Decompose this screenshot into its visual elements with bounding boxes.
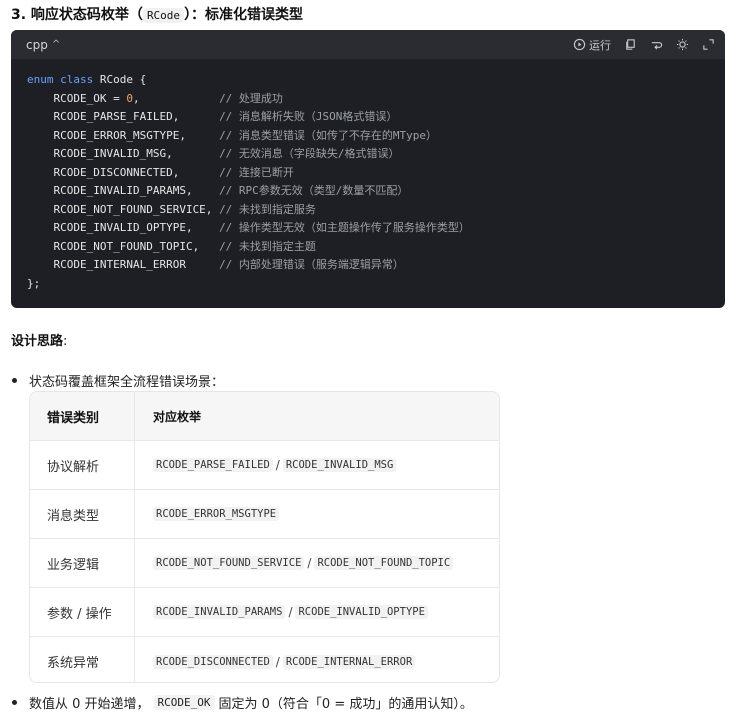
code-line: RCODE_INVALID_MSG, // 无效消息（字段缺失/格式错误）	[27, 147, 400, 160]
table-row: 参数 / 操作 RCODE_INVALID_PARAMS / RCODE_INVAL…	[30, 588, 499, 637]
category-cell: 业务逻辑	[30, 539, 135, 587]
wrap-icon[interactable]	[649, 38, 663, 52]
column-header: 对应枚举	[153, 409, 202, 424]
play-icon	[572, 38, 586, 52]
enum-cell: RCODE_INVALID_PARAMS / RCODE_INVALID_OPTYP…	[135, 588, 499, 636]
heading-code: RCode	[142, 8, 185, 23]
error-table: 错误类别 对应枚举 协议解析 RCODE_PARSE_FAILED / RCODE_…	[29, 391, 500, 683]
table-row: 消息类型 RCODE_ERROR_MSGTYPE	[30, 490, 499, 539]
category-cell: 消息类型	[30, 490, 135, 538]
code-line: RCODE_NOT_FOUND_SERVICE, // 未找到指定服务	[27, 202, 316, 216]
table-header-row: 错误类别 对应枚举	[30, 392, 499, 441]
design-heading: 设计思路:	[11, 334, 68, 349]
code-line: RCODE_INVALID_PARAMS, // RPC参数无效（类型/数量不匹…	[27, 184, 409, 197]
code-line: RCODE_ERROR_MSGTYPE, // 消息类型错误（如传了不存在的MT…	[27, 128, 438, 142]
bullet-dot	[12, 378, 17, 383]
list-item: 状态码覆盖框架全流程错误场景：	[12, 371, 224, 390]
enum-cell: RCODE_PARSE_FAILED / RCODE_INVALID_MSG	[135, 441, 499, 489]
language-toggle[interactable]: cpp ^	[26, 38, 60, 52]
chevron-up-icon: ^	[51, 39, 61, 50]
code-line: RCODE_NOT_FOUND_TOPIC, // 未找到指定主题	[27, 239, 316, 253]
table-row: 业务逻辑 RCODE_NOT_FOUND_SERVICE / RCODE_NOT_F…	[30, 539, 499, 588]
bullet-text: 数值从 0 开始递增，	[29, 697, 150, 712]
code-line: RCODE_DISCONNECTED, // 连接已断开	[27, 165, 294, 179]
code-line: RCODE_OK = 0, // 处理成功	[27, 91, 283, 105]
expand-icon[interactable]	[701, 38, 715, 52]
code-line: RCODE_PARSE_FAILED, // 消息解析失败（JSON格式错误）	[27, 110, 398, 123]
code-block: cpp ^ 运行 enum class RCode {RCODE_OK = 0…	[11, 30, 725, 308]
theme-icon[interactable]	[675, 38, 689, 52]
list-item: 数值从 0 开始递增， RCODE_OK 固定为 0（符合「0 = 成功」的通用认知…	[12, 693, 473, 712]
code-line: RCODE_INVALID_OPTYPE, // 操作类型无效（如主题操作传了服…	[27, 221, 470, 234]
run-label: 运行	[589, 38, 611, 52]
table-row: 系统异常 RCODE_DISCONNECTED / RCODE_INTERNAL_E…	[30, 637, 499, 682]
enum-cell: RCODE_ERROR_MSGTYPE	[135, 490, 499, 538]
code-toolbar: 运行	[572, 37, 715, 53]
section-heading: 3. 响应状态码枚举（ RCode ）：标准化错误类型	[11, 7, 304, 23]
bullet-text: 固定为 0（符合「0 = 成功」的通用认知）。	[218, 697, 473, 712]
bullet-dot	[12, 700, 17, 705]
code-line: enum class RCode {	[27, 73, 147, 86]
code-line: };	[27, 276, 41, 290]
column-header: 错误类别	[30, 392, 135, 440]
bullet-text: 状态码覆盖框架全流程错误场景：	[29, 375, 225, 390]
inline-code: RCODE_OK	[153, 695, 215, 710]
category-cell: 参数 / 操作	[30, 588, 135, 636]
category-cell: 系统异常	[30, 637, 135, 682]
code-body: enum class RCode { RCODE_OK = 0, // 处理成功…	[11, 59, 725, 293]
category-cell: 协议解析	[30, 441, 135, 489]
language-label: cpp	[26, 37, 48, 52]
run-button[interactable]: 运行	[572, 37, 611, 53]
enum-cell: RCODE_DISCONNECTED / RCODE_INTERNAL_ERROR	[135, 637, 499, 682]
enum-cell: RCODE_NOT_FOUND_SERVICE / RCODE_NOT_FOUND_…	[135, 539, 499, 587]
code-block-header: cpp ^ 运行	[11, 30, 725, 59]
code-line: RCODE_INTERNAL_ERROR // 内部处理错误（服务端逻辑异常）	[27, 258, 404, 271]
table-row: 协议解析 RCODE_PARSE_FAILED / RCODE_INVALID_MS…	[30, 441, 499, 490]
copy-icon[interactable]	[623, 38, 637, 52]
